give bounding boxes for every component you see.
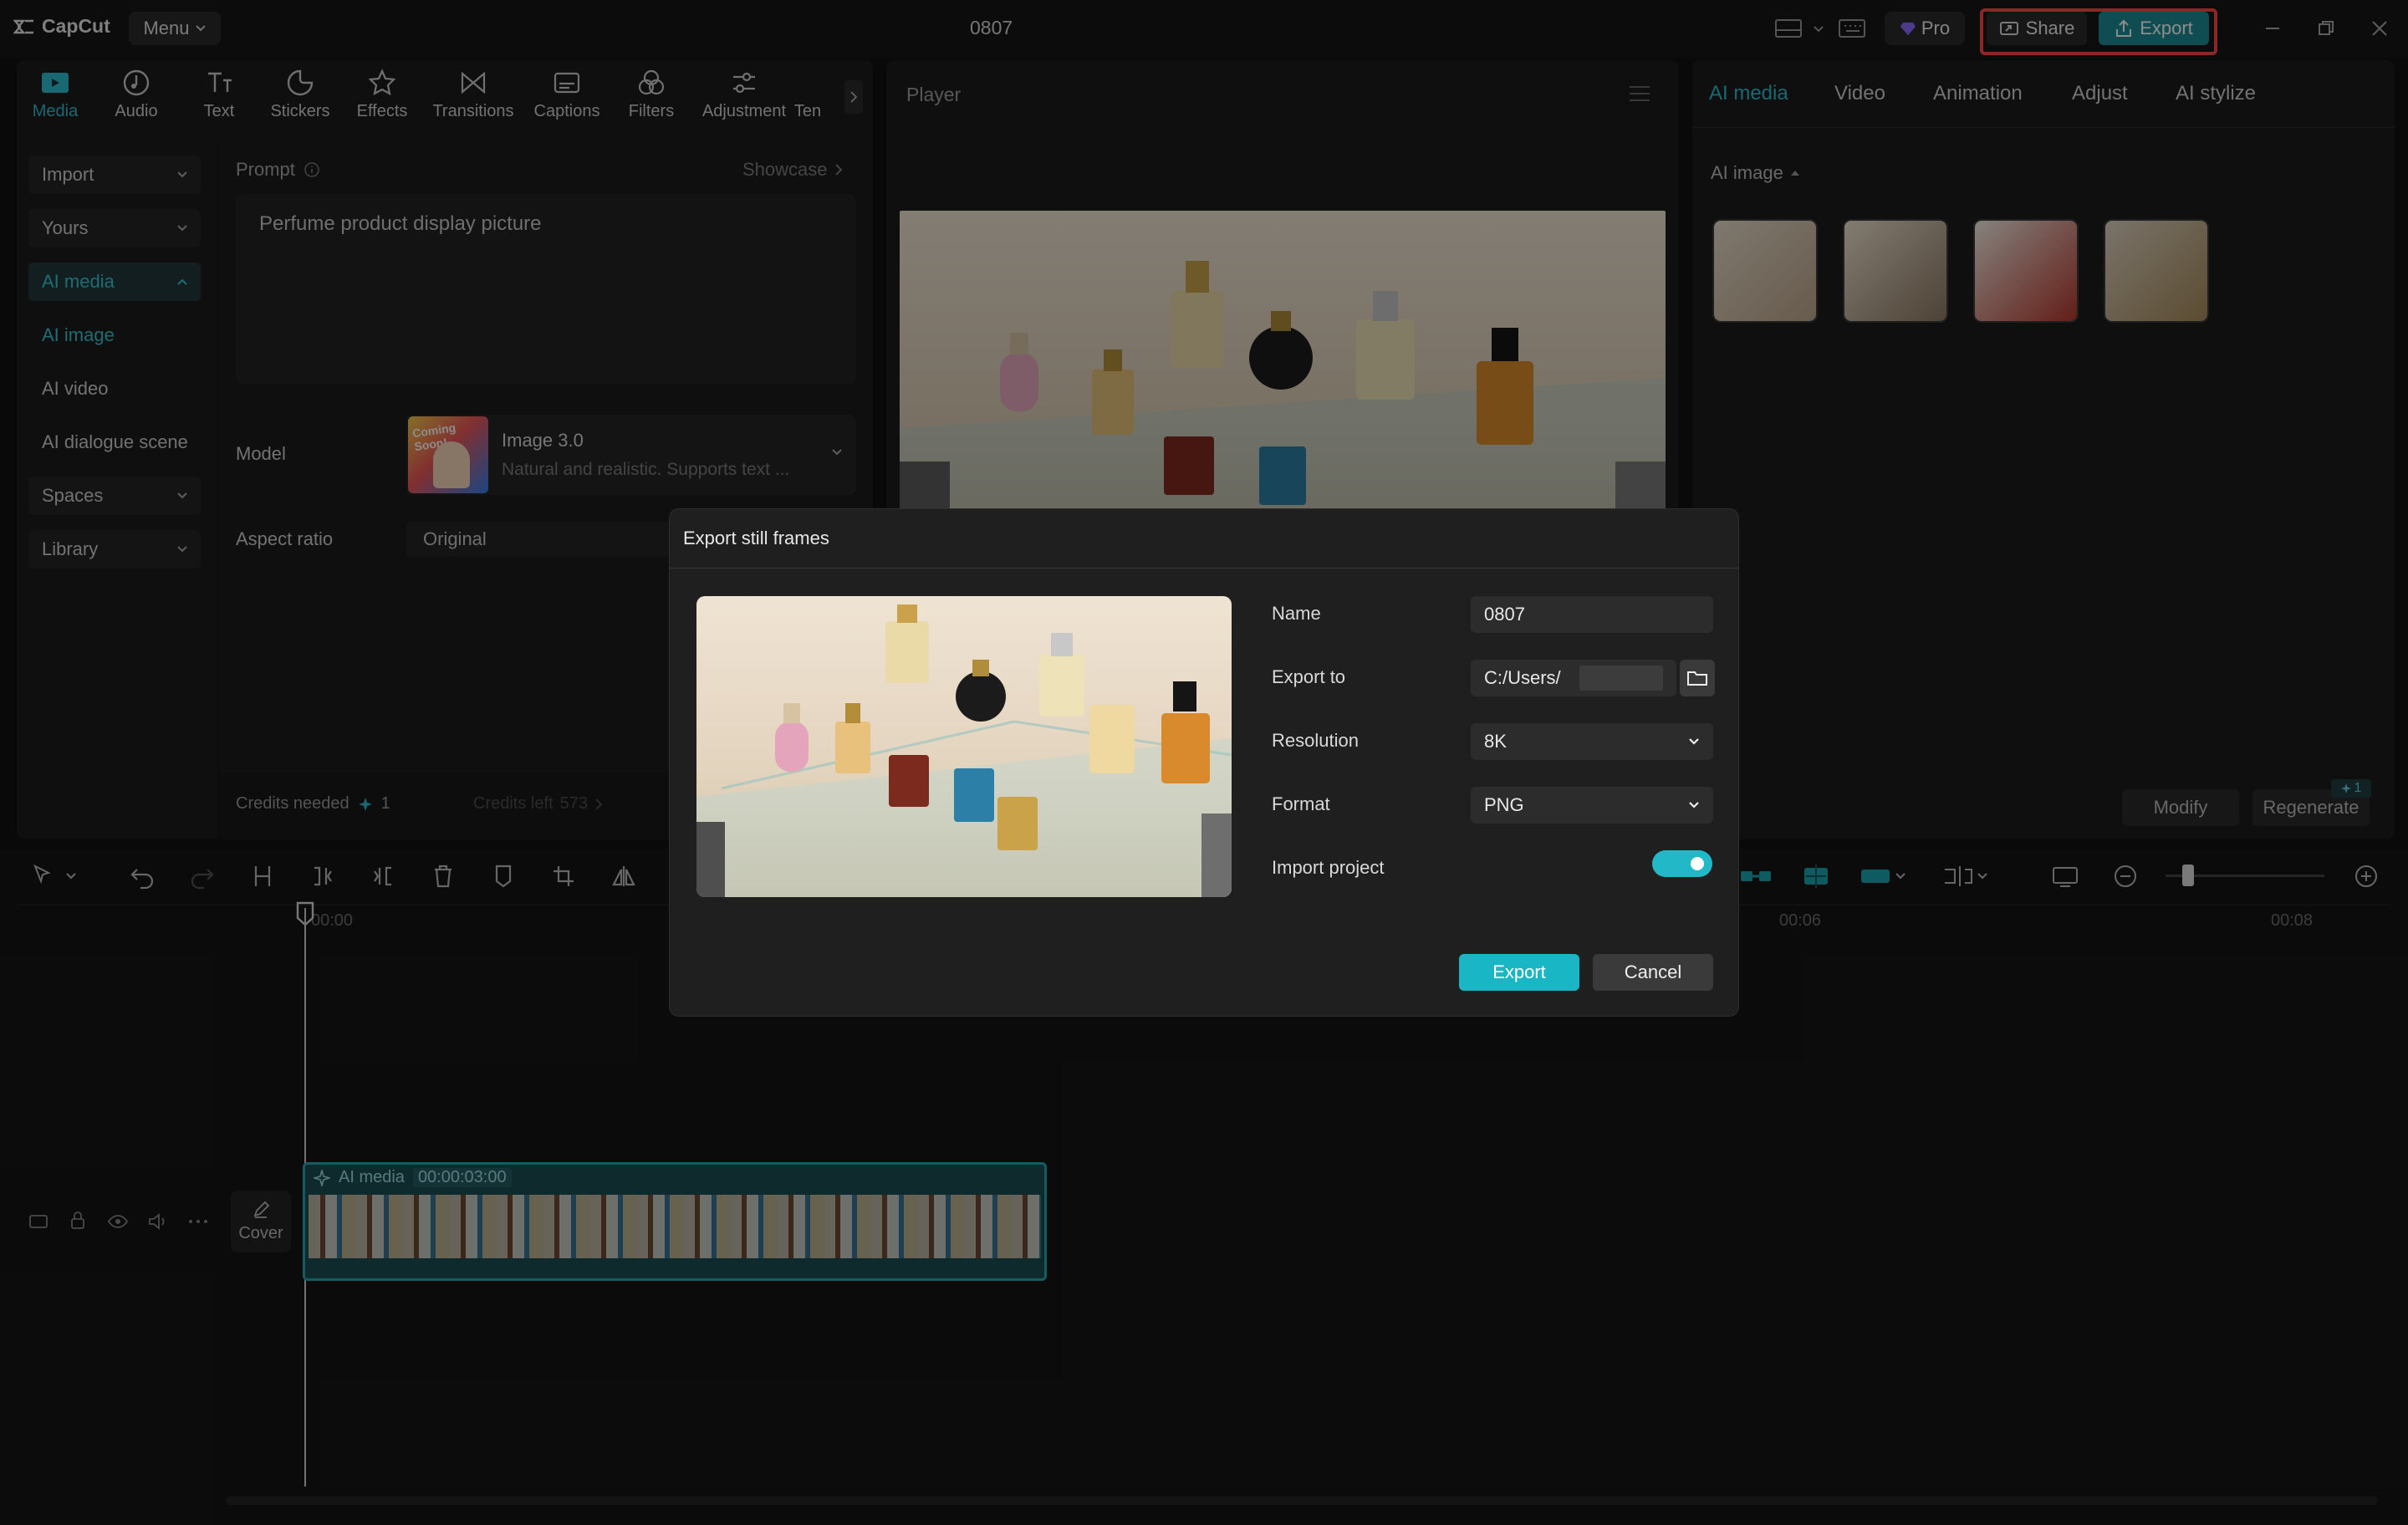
dialog-cancel-button[interactable]: Cancel (1593, 954, 1713, 991)
folder-icon (1687, 671, 1707, 686)
name-label: Name (1272, 603, 1321, 624)
import-project-label: Import project (1272, 857, 1385, 878)
resolution-label: Resolution (1272, 730, 1359, 751)
toggle-knob (1691, 857, 1704, 870)
dialog-export-button[interactable]: Export (1459, 954, 1579, 991)
dialog-title: Export still frames (683, 528, 829, 548)
dialog-divider (670, 568, 1738, 569)
export-to-label: Export to (1272, 666, 1346, 687)
resolution-value: 8K (1484, 731, 1507, 752)
chevron-down-icon (1689, 802, 1699, 808)
browse-folder-button[interactable] (1680, 660, 1715, 696)
resolution-select[interactable]: 8K (1471, 723, 1713, 760)
format-label: Format (1272, 793, 1330, 814)
path-redacted (1579, 666, 1663, 691)
chevron-down-icon (1689, 738, 1699, 745)
export-path-value: C:/Users/ (1484, 667, 1561, 688)
export-still-frames-dialog: Export still frames Name 0807 Export to … (669, 508, 1739, 1017)
export-path-input[interactable]: C:/Users/ (1471, 660, 1676, 696)
perfume-preview-image (696, 604, 1232, 897)
format-value: PNG (1484, 794, 1524, 815)
import-project-toggle[interactable] (1652, 850, 1712, 877)
format-select[interactable]: PNG (1471, 787, 1713, 824)
name-input[interactable]: 0807 (1471, 596, 1713, 633)
frame-preview (696, 596, 1232, 897)
name-value: 0807 (1484, 604, 1525, 625)
